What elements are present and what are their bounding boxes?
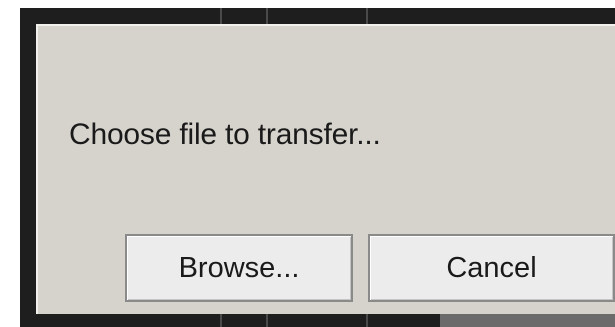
- dialog-message: Choose file to transfer...: [69, 118, 381, 151]
- file-transfer-dialog: Choose file to transfer... Browse... Can…: [36, 24, 615, 314]
- cancel-button[interactable]: Cancel: [368, 234, 615, 302]
- browse-button[interactable]: Browse...: [125, 234, 353, 302]
